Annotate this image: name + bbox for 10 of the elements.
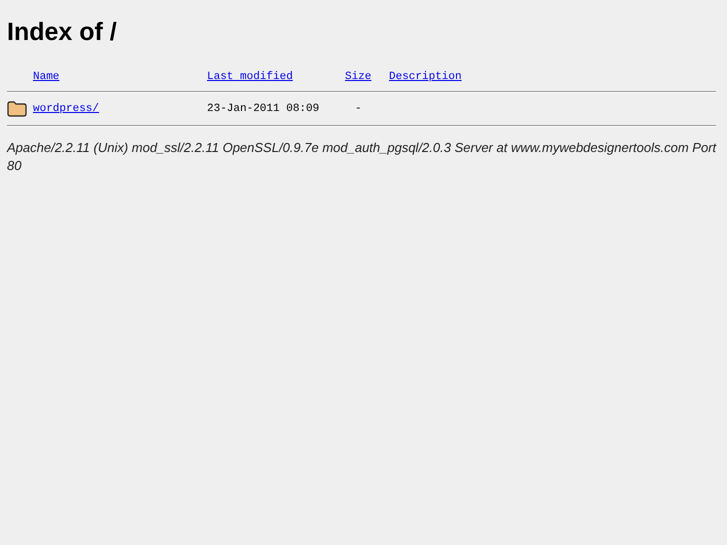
column-header-link[interactable]: Size [345, 71, 372, 83]
column-header-link[interactable]: Description [389, 71, 462, 83]
file-link[interactable]: wordpress/ [33, 103, 100, 115]
modified-date: 23-Jan-2011 08:09 [207, 103, 320, 115]
page-title: Index of / [7, 18, 118, 47]
file-size: - [355, 103, 362, 115]
folder-icon [7, 101, 27, 117]
column-header-link[interactable]: Name [33, 71, 60, 83]
server-signature: Apache/2.2.11 (Unix) mod_ssl/2.2.11 OpenSSL/0.9.7e mod_auth_pgsql/2.0.3 Server at www.mywebdesignertools.com Port 80 [7, 139, 718, 175]
column-header-link[interactable]: Last modified [207, 71, 293, 83]
